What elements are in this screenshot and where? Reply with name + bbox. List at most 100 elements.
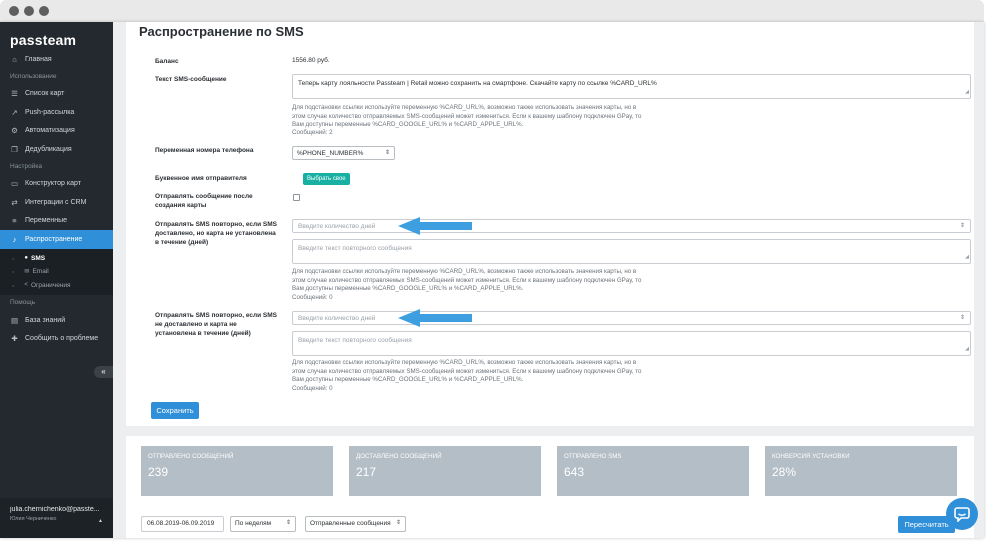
stat-value: 643 xyxy=(564,465,585,479)
resend-delivered-text-textarea[interactable]: Введите текст повторного сообщения ◢ xyxy=(292,239,971,264)
home-icon: ⌂ xyxy=(12,54,17,64)
minimize-window-icon[interactable] xyxy=(24,6,34,16)
sub-item-label: Email xyxy=(32,268,49,276)
stat-sent-messages: ОТПРАВЛЕНО СООБЩЕНИЙ 239 xyxy=(141,446,333,496)
section-label-usage: Использование xyxy=(10,72,57,80)
lifebuoy-icon: ✚ xyxy=(11,334,18,344)
share-icon: < xyxy=(24,282,28,289)
envelope-icon: ✉ xyxy=(24,269,30,276)
sidebar-item-push[interactable]: ↗ Push-рассылка xyxy=(0,103,113,122)
resend-delivered-days-input[interactable]: Введите количество дней ⇕ xyxy=(292,219,971,233)
sidebar-item-constructor[interactable]: ▭ Конструктор карт xyxy=(0,175,113,194)
caret-up-icon: ▲ xyxy=(98,518,103,524)
days-placeholder: Введите количество дней xyxy=(298,315,376,322)
spinner-icon[interactable]: ⇕ xyxy=(960,314,965,321)
select-arrows-icon: ⇕ xyxy=(384,150,390,156)
chat-button[interactable] xyxy=(946,498,978,530)
close-window-icon[interactable] xyxy=(9,6,19,16)
sidebar-item-label: Дедубликация xyxy=(25,145,72,153)
sub-item-sms[interactable]: ○ ● SMS xyxy=(0,252,113,266)
logo[interactable]: passteam xyxy=(0,22,113,50)
stat-label: КОНВЕРСИЯ УСТАНОВКИ xyxy=(772,453,850,460)
resend-delivered-label: Отправлять SMS повторно, если SMS достав… xyxy=(155,221,277,246)
send-after-create-label: Отправлять сообщение после создания карт… xyxy=(155,193,253,209)
sidebar-item-distribution[interactable]: ♪ Распространение xyxy=(0,230,113,249)
sms-text-textarea[interactable]: Теперь карту лояльности Passteam | Retai… xyxy=(292,74,971,99)
stat-value: 28% xyxy=(772,465,797,479)
days-placeholder: Введите количество дней xyxy=(298,223,376,230)
sidebar-item-report[interactable]: ✚ Сообщить о проблеме xyxy=(0,330,113,349)
send-after-create-checkbox[interactable] xyxy=(293,194,300,201)
repeat-text-placeholder: Введите текст повторного сообщения xyxy=(298,245,412,252)
sms-text-label: Текст SMS-сообщение xyxy=(155,76,227,83)
date-range-input[interactable]: 06.08.2019-06.09.2019 xyxy=(141,516,224,532)
metric-value: Отправленные сообщения xyxy=(310,520,391,527)
chat-bubble-icon xyxy=(954,507,970,522)
resend-undelivered-days-input[interactable]: Введите количество дней ⇕ xyxy=(292,311,971,325)
sidebar-item-kb[interactable]: ▤ База знаний xyxy=(0,311,113,330)
stat-label: ОТПРАВЛЕНО СООБЩЕНИЙ xyxy=(148,453,234,460)
chat-icon: ● xyxy=(24,255,29,262)
sub-item-email[interactable]: ○ ✉ Email xyxy=(0,265,113,279)
stat-install-conversion: КОНВЕРСИЯ УСТАНОВКИ 28% xyxy=(765,446,957,496)
statistics-card: ОТПРАВЛЕНО СООБЩЕНИЙ 239 ДОСТАВЛЕНО СООБ… xyxy=(126,436,974,538)
sms-text-value: Теперь карту лояльности Passteam | Retai… xyxy=(298,80,657,87)
period-value: По неделям xyxy=(235,520,272,527)
sidebar-item-label: Список карт xyxy=(25,90,65,98)
gear-icon: ⚙ xyxy=(11,126,18,136)
messages-count-delivered: Сообщений: 0 xyxy=(292,294,333,301)
resize-handle-icon[interactable]: ◢ xyxy=(965,88,969,97)
metric-select[interactable]: Отправленные сообщения ⇕ xyxy=(305,516,406,532)
push-icon: ↗ xyxy=(11,107,18,117)
sidebar-item-dedup[interactable]: ❐ Дедубликация xyxy=(0,140,113,159)
sidebar: passteam ⌂ Главная Использование ☰ Списо… xyxy=(0,22,113,538)
sidebar-item-automation[interactable]: ⚙ Автоматизация xyxy=(0,122,113,141)
sidebar-item-home[interactable]: ⌂ Главная xyxy=(0,50,113,69)
stat-value: 217 xyxy=(356,465,377,479)
section-label-help: Помощь xyxy=(10,299,36,306)
sidebar-item-crm[interactable]: ⇄ Интеграции с CRM xyxy=(0,193,113,212)
stat-label: ДОСТАВЛЕНО СООБЩЕНИЙ xyxy=(356,453,442,460)
phone-variable-value: %PHONE_NUMBER% xyxy=(297,150,364,157)
section-label-settings: Настройка xyxy=(10,162,42,170)
sub-item-limits[interactable]: ○ < Ограничения xyxy=(0,279,113,293)
copy-icon: ❐ xyxy=(11,144,18,154)
select-arrows-icon: ⇕ xyxy=(285,520,291,526)
window-titlebar xyxy=(0,0,984,22)
choose-sender-button[interactable]: Выбрать свое xyxy=(303,173,350,185)
phone-variable-select[interactable]: %PHONE_NUMBER% ⇕ xyxy=(292,146,395,160)
spinner-icon[interactable]: ⇕ xyxy=(960,222,965,229)
page-title: Распространение по SMS xyxy=(139,24,304,39)
resize-handle-icon[interactable]: ◢ xyxy=(965,345,969,354)
resize-handle-icon[interactable]: ◢ xyxy=(965,253,969,262)
stat-delivered-messages: ДОСТАВЛЕНО СООБЩЕНИЙ 217 xyxy=(349,446,541,496)
save-button[interactable]: Сохранить xyxy=(151,402,199,419)
hint-text-main: Для подстановки ссылки используйте перем… xyxy=(292,104,642,129)
bullet-icon: ○ xyxy=(12,269,15,275)
sidebar-item-label: Главная xyxy=(25,55,52,63)
maximize-window-icon[interactable] xyxy=(39,6,49,16)
collapse-sidebar-button[interactable]: « xyxy=(94,366,113,378)
bullet-icon: ○ xyxy=(12,282,15,288)
period-select[interactable]: По неделям ⇕ xyxy=(230,516,296,532)
sidebar-item-label: Автоматизация xyxy=(25,127,75,135)
messages-count-main: Сообщений: 2 xyxy=(292,129,333,136)
messages-count-undelivered: Сообщений: 0 xyxy=(292,385,333,392)
sub-item-label: SMS xyxy=(31,254,46,262)
sidebar-item-label: Распространение xyxy=(25,235,83,243)
sidebar-item-cards[interactable]: ☰ Список карт xyxy=(0,85,113,104)
resend-undelivered-text-textarea[interactable]: Введите текст повторного сообщения ◢ xyxy=(292,331,971,356)
stat-sent-sms: ОТПРАВЛЕНО SMS 643 xyxy=(557,446,749,496)
card-icon: ▭ xyxy=(10,179,19,189)
balance-value: 1556.80 руб. xyxy=(292,57,330,64)
book-icon: ▤ xyxy=(10,315,19,325)
sidebar-item-label: Конструктор карт xyxy=(25,180,81,188)
user-email: julia.chernichenko@passte... xyxy=(10,506,100,513)
distribution-submenu: ○ ● SMS ○ ✉ Email ○ < Ограничения xyxy=(0,248,113,295)
sidebar-item-variables[interactable]: ≡ Переменные xyxy=(0,212,113,231)
user-menu[interactable]: julia.chernichenko@passte... Юлия Чернич… xyxy=(0,498,113,538)
annotation-arrow-icon xyxy=(398,309,472,327)
sidebar-item-label: Интеграции с CRM xyxy=(25,198,87,206)
link-icon: ⇄ xyxy=(11,197,18,207)
list-icon: ☰ xyxy=(11,89,18,99)
